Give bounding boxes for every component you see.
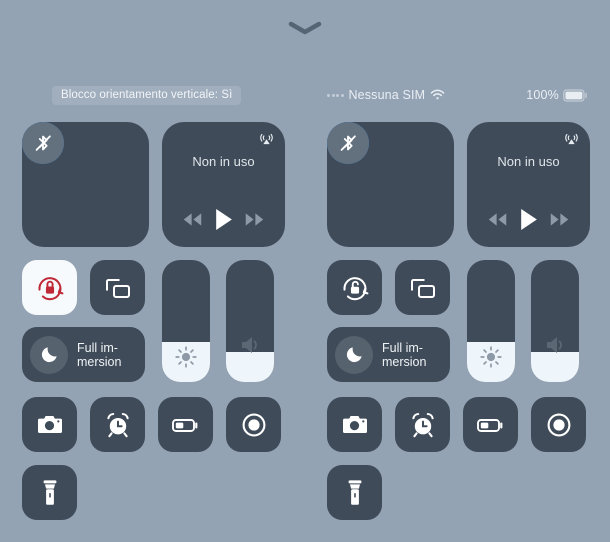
rotation-lock-button[interactable] [327, 260, 382, 315]
flashlight-icon [347, 478, 363, 508]
rotation-lock-tooltip: Blocco orientamento verticale: Sì [52, 86, 242, 105]
bluetooth-off-icon [32, 132, 54, 154]
rewind-icon[interactable] [487, 212, 508, 227]
media-controls [162, 208, 285, 231]
airplay-audio-icon[interactable] [563, 130, 580, 147]
volume-fill [226, 351, 274, 382]
bluetooth-button[interactable] [327, 122, 369, 164]
screen-record-button[interactable] [531, 397, 586, 452]
alarm-clock-button[interactable] [395, 397, 450, 452]
battery-icon [171, 416, 201, 434]
panel-strip-right: Nessuna SIM 100% [305, 78, 610, 112]
airplay-audio-icon[interactable] [258, 130, 275, 147]
camera-icon [341, 413, 369, 437]
brightness-icon [467, 344, 515, 370]
fast-forward-icon[interactable] [549, 212, 570, 227]
battery-percent-label: 100% [526, 88, 559, 102]
alarm-clock-button[interactable] [90, 397, 145, 452]
speaker-icon [226, 334, 274, 356]
volume-slider[interactable] [226, 260, 274, 382]
status-bar: Nessuna SIM 100% [305, 78, 610, 112]
do-not-disturb-label: Full im- mersion [77, 340, 122, 369]
volume-fill [531, 351, 579, 382]
low-power-mode-button[interactable] [463, 397, 518, 452]
panel-strip-left: Blocco orientamento verticale: Sì [0, 78, 305, 112]
screen-mirroring-button[interactable] [395, 260, 450, 315]
play-icon[interactable] [214, 208, 233, 231]
do-not-disturb-button[interactable]: Full im- mersion [22, 327, 145, 382]
play-icon[interactable] [519, 208, 538, 231]
brightness-slider[interactable] [162, 260, 210, 382]
moon-icon [335, 335, 373, 374]
screen-mirroring-button[interactable] [90, 260, 145, 315]
brightness-icon [162, 344, 210, 370]
rotation-lock-closed-icon [35, 273, 65, 303]
now-playing-title: Non in uso [192, 154, 255, 169]
rotation-lock-button[interactable] [22, 260, 77, 315]
connectivity-group [327, 122, 454, 247]
now-playing-card[interactable]: Non in uso [467, 122, 590, 247]
control-center-drag-handle[interactable] [0, 14, 610, 42]
screen-record-icon [239, 410, 269, 440]
camera-button[interactable] [22, 397, 77, 452]
alarm-clock-icon [409, 411, 437, 439]
bluetooth-button[interactable] [22, 122, 64, 164]
speaker-icon [531, 334, 579, 356]
brightness-slider[interactable] [467, 260, 515, 382]
screen-mirroring-icon [408, 275, 438, 301]
do-not-disturb-button[interactable]: Full im- mersion [327, 327, 450, 382]
screen-mirroring-icon [103, 275, 133, 301]
do-not-disturb-label: Full im- mersion [382, 340, 427, 369]
now-playing-card[interactable]: Non in uso [162, 122, 285, 247]
signal-dots-icon [327, 93, 344, 97]
camera-icon [36, 413, 64, 437]
control-center-grid-right: Non in uso Full im- mersion [305, 112, 610, 542]
status-bar-right: 100% [526, 88, 588, 102]
rotation-lock-open-icon [340, 273, 370, 303]
media-controls [467, 208, 590, 231]
now-playing-title: Non in uso [497, 154, 560, 169]
status-bar-left: Nessuna SIM [327, 88, 445, 102]
bluetooth-off-icon [337, 132, 359, 154]
battery-full-icon [563, 88, 588, 102]
flashlight-button[interactable] [22, 465, 77, 520]
flashlight-button[interactable] [327, 465, 382, 520]
battery-icon [476, 416, 506, 434]
control-center-panel-left: Blocco orientamento verticale: Sì Non in… [0, 78, 305, 542]
control-center-panel-right: Nessuna SIM 100% Non in uso Full im- mer… [305, 78, 610, 542]
control-center-grid-left: Non in uso Full im- mersion [0, 112, 305, 542]
chevron-down-icon [288, 21, 322, 35]
camera-button[interactable] [327, 397, 382, 452]
wifi-status-icon [430, 89, 445, 101]
low-power-mode-button[interactable] [158, 397, 213, 452]
carrier-label: Nessuna SIM [348, 88, 426, 102]
moon-icon [30, 335, 68, 374]
alarm-clock-icon [104, 411, 132, 439]
screen-record-button[interactable] [226, 397, 281, 452]
volume-slider[interactable] [531, 260, 579, 382]
fast-forward-icon[interactable] [244, 212, 265, 227]
screen-record-icon [544, 410, 574, 440]
connectivity-group [22, 122, 149, 247]
flashlight-icon [42, 478, 58, 508]
rewind-icon[interactable] [182, 212, 203, 227]
